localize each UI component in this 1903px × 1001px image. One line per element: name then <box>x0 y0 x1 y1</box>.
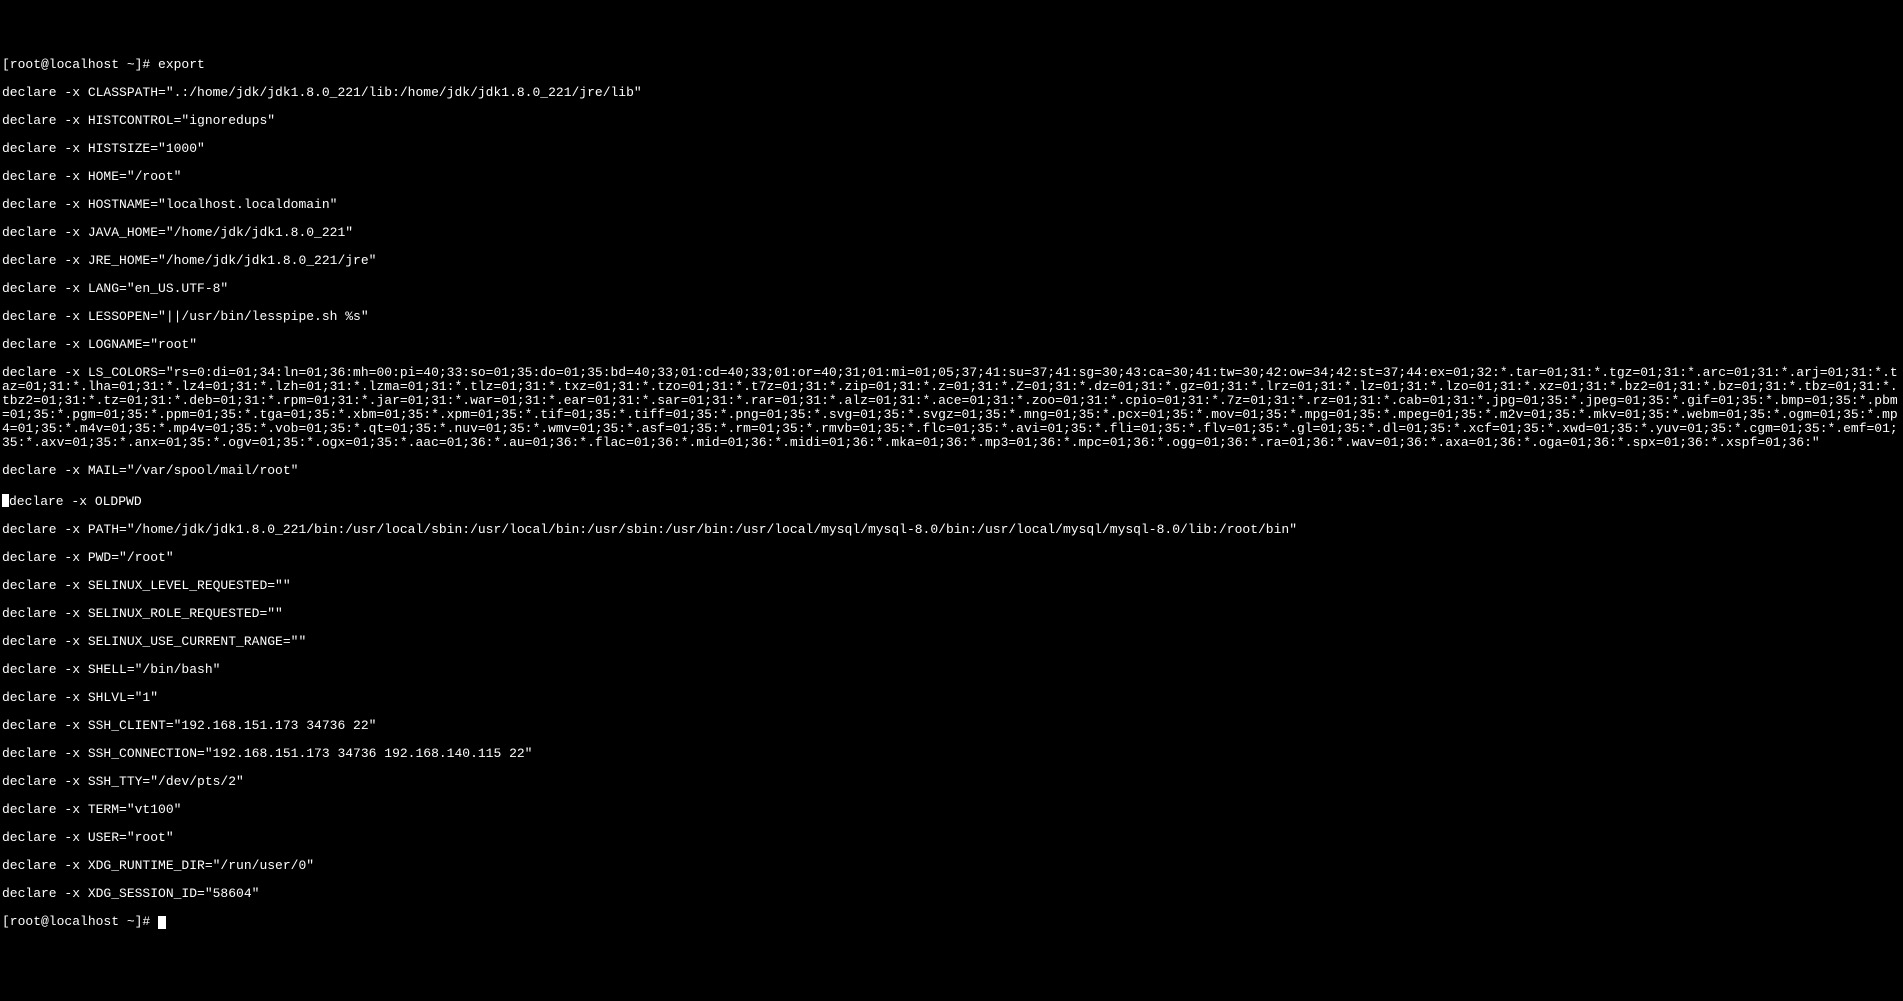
terminal-cursor <box>158 916 166 929</box>
env-java-home: declare -x JAVA_HOME="/home/jdk/jdk1.8.0… <box>2 226 1901 240</box>
prompt-line-export: [root@localhost ~]# export <box>2 58 1901 72</box>
env-lessopen: declare -x LESSOPEN="||/usr/bin/lesspipe… <box>2 310 1901 324</box>
env-pwd: declare -x PWD="/root" <box>2 551 1901 565</box>
env-ls-colors: declare -x LS_COLORS="rs=0:di=01;34:ln=0… <box>2 366 1901 450</box>
env-histcontrol: declare -x HISTCONTROL="ignoredups" <box>2 114 1901 128</box>
env-jre-home: declare -x JRE_HOME="/home/jdk/jdk1.8.0_… <box>2 254 1901 268</box>
env-term: declare -x TERM="vt100" <box>2 803 1901 817</box>
env-hostname: declare -x HOSTNAME="localhost.localdoma… <box>2 198 1901 212</box>
env-logname: declare -x LOGNAME="root" <box>2 338 1901 352</box>
env-oldpwd-line: declare -x OLDPWD <box>2 492 1901 509</box>
env-classpath: declare -x CLASSPATH=".:/home/jdk/jdk1.8… <box>2 86 1901 100</box>
env-oldpwd: declare -x OLDPWD <box>9 494 142 509</box>
env-ssh-connection: declare -x SSH_CONNECTION="192.168.151.1… <box>2 747 1901 761</box>
env-selinux-level: declare -x SELINUX_LEVEL_REQUESTED="" <box>2 579 1901 593</box>
env-mail: declare -x MAIL="/var/spool/mail/root" <box>2 464 1901 478</box>
prompt-text: [root@localhost ~]# <box>2 914 158 929</box>
env-xdg-runtime-dir: declare -x XDG_RUNTIME_DIR="/run/user/0" <box>2 859 1901 873</box>
env-path: declare -x PATH="/home/jdk/jdk1.8.0_221/… <box>2 523 1901 537</box>
env-user: declare -x USER="root" <box>2 831 1901 845</box>
text-selection-mark <box>2 494 9 507</box>
env-ssh-client: declare -x SSH_CLIENT="192.168.151.173 3… <box>2 719 1901 733</box>
env-ssh-tty: declare -x SSH_TTY="/dev/pts/2" <box>2 775 1901 789</box>
env-shell: declare -x SHELL="/bin/bash" <box>2 663 1901 677</box>
env-histsize: declare -x HISTSIZE="1000" <box>2 142 1901 156</box>
env-xdg-session-id: declare -x XDG_SESSION_ID="58604" <box>2 887 1901 901</box>
env-selinux-range: declare -x SELINUX_USE_CURRENT_RANGE="" <box>2 635 1901 649</box>
env-shlvl: declare -x SHLVL="1" <box>2 691 1901 705</box>
env-home: declare -x HOME="/root" <box>2 170 1901 184</box>
env-lang: declare -x LANG="en_US.UTF-8" <box>2 282 1901 296</box>
env-selinux-role: declare -x SELINUX_ROLE_REQUESTED="" <box>2 607 1901 621</box>
prompt-line-ready[interactable]: [root@localhost ~]# <box>2 915 1901 929</box>
